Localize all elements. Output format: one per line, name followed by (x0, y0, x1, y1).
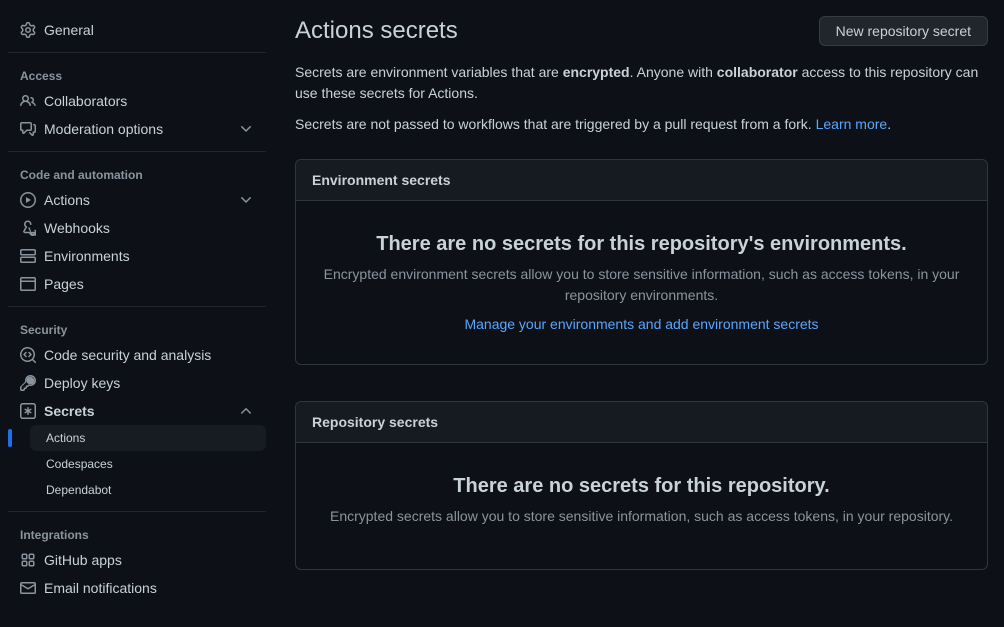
sidebar-item-general[interactable]: General (8, 16, 266, 44)
play-icon (20, 192, 36, 208)
chevron-up-icon (238, 403, 254, 419)
sidebar-group-security: Security (8, 315, 266, 341)
sidebar-item-label: Webhooks (44, 220, 254, 236)
divider (8, 306, 266, 307)
panel-header: Repository secrets (296, 402, 987, 443)
sidebar-group-access: Access (8, 61, 266, 87)
sidebar-item-ghapps[interactable]: GitHub apps (8, 546, 266, 574)
empty-desc: Encrypted secrets allow you to store sen… (320, 506, 963, 527)
panel-body: There are no secrets for this repository… (296, 443, 987, 569)
panel-body: There are no secrets for this repository… (296, 201, 987, 364)
sidebar-subitem-actions[interactable]: Actions (30, 425, 266, 451)
empty-title: There are no secrets for this repository… (320, 233, 963, 256)
divider (8, 151, 266, 152)
sidebar-item-webhooks[interactable]: Webhooks (8, 214, 266, 242)
sidebar-item-label: Moderation options (44, 121, 230, 137)
new-secret-button[interactable]: New repository secret (819, 16, 988, 46)
sidebar-item-email[interactable]: Email notifications (8, 574, 266, 602)
chevron-down-icon (238, 192, 254, 208)
panel-header: Environment secrets (296, 160, 987, 201)
sidebar-item-label: GitHub apps (44, 552, 254, 568)
key-asterisk-icon (20, 403, 36, 419)
page-header: Actions secrets New repository secret (295, 16, 988, 46)
intro-paragraph-2: Secrets are not passed to workflows that… (295, 114, 988, 135)
sidebar-item-label: Code security and analysis (44, 347, 254, 363)
server-icon (20, 248, 36, 264)
sidebar-item-label: Deploy keys (44, 375, 254, 391)
sidebar-item-label: General (44, 22, 254, 38)
sidebar-subitem-dependabot[interactable]: Dependabot (30, 477, 266, 503)
sidebar-group-code: Code and automation (8, 160, 266, 186)
chevron-down-icon (238, 121, 254, 137)
sidebar-item-actions[interactable]: Actions (8, 186, 266, 214)
sidebar-group-integrations: Integrations (8, 520, 266, 546)
intro-paragraph-1: Secrets are environment variables that a… (295, 62, 988, 104)
sidebar-item-moderation[interactable]: Moderation options (8, 115, 266, 143)
sidebar-item-label: Pages (44, 276, 254, 292)
people-icon (20, 93, 36, 109)
codescan-icon (20, 347, 36, 363)
secrets-sub-items: Actions Codespaces Dependabot (8, 425, 266, 503)
main-content: Actions secrets New repository secret Se… (275, 0, 1004, 627)
sidebar-item-label: Secrets (44, 403, 230, 419)
sidebar-item-label: Collaborators (44, 93, 254, 109)
sidebar-subitem-codespaces[interactable]: Codespaces (30, 451, 266, 477)
divider (8, 511, 266, 512)
sidebar-item-environments[interactable]: Environments (8, 242, 266, 270)
comment-discussion-icon (20, 121, 36, 137)
manage-environments-link[interactable]: Manage your environments and add environ… (464, 316, 818, 332)
environment-secrets-panel: Environment secrets There are no secrets… (295, 159, 988, 365)
learn-more-link[interactable]: Learn more (816, 116, 888, 132)
empty-desc: Encrypted environment secrets allow you … (320, 264, 963, 306)
apps-icon (20, 552, 36, 568)
sidebar-item-label: Actions (44, 192, 230, 208)
browser-icon (20, 276, 36, 292)
sidebar-item-label: Email notifications (44, 580, 254, 596)
page-title: Actions secrets (295, 17, 458, 45)
mail-icon (20, 580, 36, 596)
divider (8, 52, 266, 53)
repository-secrets-panel: Repository secrets There are no secrets … (295, 401, 988, 570)
settings-sidebar: General Access Collaborators Moderation … (0, 0, 275, 627)
sidebar-item-secrets[interactable]: Secrets (8, 397, 266, 425)
gear-icon (20, 22, 36, 38)
sidebar-item-codesecurity[interactable]: Code security and analysis (8, 341, 266, 369)
sidebar-item-collaborators[interactable]: Collaborators (8, 87, 266, 115)
webhook-icon (20, 220, 36, 236)
sidebar-item-label: Environments (44, 248, 254, 264)
empty-title: There are no secrets for this repository… (320, 475, 963, 498)
key-icon (20, 375, 36, 391)
sidebar-item-pages[interactable]: Pages (8, 270, 266, 298)
sidebar-item-deploykeys[interactable]: Deploy keys (8, 369, 266, 397)
